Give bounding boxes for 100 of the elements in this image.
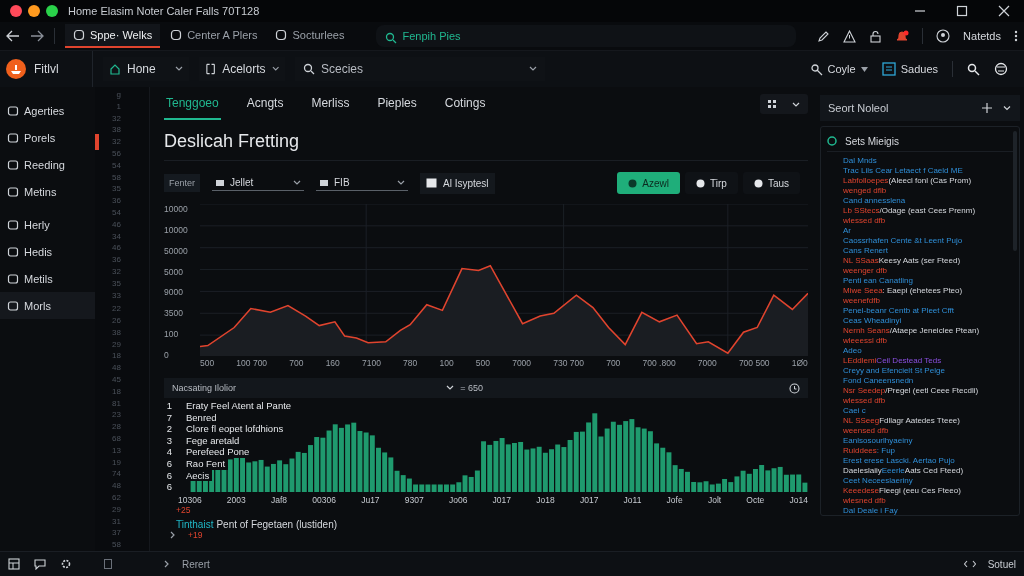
dot-icon: [628, 178, 638, 188]
browser-tab[interactable]: Center A Plers: [162, 24, 266, 48]
sidebar-item[interactable]: Hedis: [0, 238, 95, 265]
axis-label: 5000: [164, 266, 184, 277]
filter-button[interactable]: Al Isyptesl: [420, 172, 495, 194]
app-name: Fitlvl: [34, 62, 59, 76]
axis-label: Jaf8: [271, 495, 288, 505]
pencil-icon[interactable]: [817, 29, 831, 43]
browser-tab[interactable]: Socturlees: [267, 24, 353, 48]
line-number: 32: [112, 265, 121, 278]
note-line: NL SSaasKeesy Aats (ser Fteed): [843, 256, 962, 266]
dot-icon: [753, 178, 763, 188]
filter-select[interactable]: FIB: [316, 175, 408, 191]
browser-tab[interactable]: Sppe· Welks: [65, 24, 161, 48]
globe-icon[interactable]: [994, 62, 1008, 76]
zoom-light-icon[interactable]: [46, 5, 58, 17]
axis-label: J017: [579, 495, 599, 505]
layout-icon[interactable]: [8, 558, 20, 570]
line-number: 36: [112, 195, 121, 207]
sidebar-item[interactable]: Agerties: [0, 97, 95, 124]
address-field[interactable]: Fenpih Pies: [376, 25, 797, 47]
item-icon: [7, 272, 19, 285]
note-line: LEddlemiCeil Destead Teds: [843, 356, 943, 366]
sidebar-item[interactable]: Metins: [0, 178, 95, 205]
more-icon[interactable]: [1014, 30, 1018, 42]
close-icon[interactable]: [998, 5, 1010, 17]
minimize-light-icon[interactable]: [28, 5, 40, 17]
legend-index: 4: [165, 446, 172, 458]
note-line: wleeessl dfb: [843, 336, 889, 346]
search-icon[interactable]: [967, 62, 980, 76]
axis-label: Jo11: [623, 495, 642, 505]
tab[interactable]: Acngts: [244, 88, 286, 120]
action-button[interactable]: Taus: [742, 172, 800, 194]
filter-label: Fenter: [164, 174, 200, 192]
magnifier-icon: [809, 62, 823, 76]
close-light-icon[interactable]: [10, 5, 22, 17]
action-button[interactable]: Tirp: [685, 172, 738, 194]
sidebar-item[interactable]: Porels: [0, 124, 95, 151]
maximize-icon[interactable]: [956, 5, 968, 17]
status-text: Sotuel: [987, 558, 1016, 570]
axis-label: 700 .800: [642, 358, 676, 368]
item-icon: [7, 104, 19, 117]
axis-label: 3500: [164, 308, 184, 319]
line-number: 13: [112, 444, 121, 457]
chevron-down-icon: [397, 179, 405, 186]
note-line: weenefdfb: [843, 296, 881, 306]
line-number: 46: [112, 218, 121, 231]
back-arrow-icon[interactable]: [6, 30, 20, 42]
note-tag: Tinthaist: [176, 519, 214, 530]
window-title: Home Elasim Noter Caler Falls 70Т128: [68, 5, 260, 17]
item-icon: [7, 158, 19, 171]
legend-index: 3: [165, 434, 172, 447]
panel-icon: [881, 62, 896, 76]
line-number: 35: [112, 277, 121, 290]
legend-index: 1: [165, 400, 172, 412]
filter-select[interactable]: Jellet: [212, 175, 304, 191]
tab[interactable]: Pieples: [375, 88, 419, 120]
add-icon[interactable]: [982, 103, 992, 113]
note-line: Cans Renert: [843, 246, 889, 256]
sidebar-item[interactable]: Metils: [0, 265, 95, 292]
chat-icon[interactable]: [34, 558, 46, 570]
user-name[interactable]: Natetds: [963, 30, 1001, 42]
line-number: 81: [112, 397, 121, 410]
note-line: wlessed dfb: [843, 216, 887, 226]
warning-icon[interactable]: [843, 29, 857, 43]
axis-label: Octe: [746, 495, 765, 505]
sidebar-item[interactable]: Herly: [0, 211, 95, 238]
axis-label: 9307: [404, 495, 424, 505]
axis-label: 2003: [226, 495, 246, 505]
breadcrumb[interactable]: Rerert: [182, 558, 210, 570]
chevron-down-icon[interactable]: [446, 385, 455, 391]
line-number: 46: [112, 242, 121, 255]
forward-arrow-icon[interactable]: [30, 30, 44, 42]
bell-icon[interactable]: [895, 29, 910, 43]
note-line: weensed dfb: [843, 426, 890, 436]
tab[interactable]: Merliss: [309, 88, 352, 120]
axis-label: 7000: [697, 358, 717, 368]
filter-dropdown[interactable]: Coyle: [809, 62, 868, 76]
chevron-down-icon[interactable]: [529, 66, 537, 72]
note-line: Cand annesslena: [843, 196, 907, 206]
chevron-down-icon[interactable]: [1002, 103, 1012, 113]
file-icon[interactable]: [104, 559, 112, 569]
line-number: 1: [116, 100, 121, 113]
user-avatar-icon[interactable]: [936, 29, 951, 43]
line-number: 58: [112, 539, 121, 551]
clock-icon[interactable]: [789, 382, 800, 394]
settings-button[interactable]: Sadues: [881, 62, 938, 76]
tab[interactable]: Cotings: [442, 88, 488, 120]
note-line: Ceas Wheadinyi: [843, 316, 903, 326]
sidebar-item[interactable]: Reeding: [0, 151, 95, 178]
axis-label: 500: [200, 358, 215, 368]
lock-icon[interactable]: [869, 29, 883, 43]
line-number: 62: [112, 492, 121, 504]
chevron-right-icon[interactable]: [170, 531, 176, 539]
line-number: 19: [112, 456, 121, 469]
tab[interactable]: Tenggoeo: [164, 88, 221, 120]
action-button[interactable]: Azewl: [617, 172, 680, 194]
legend-index: 7: [165, 411, 172, 424]
note-line: Nsr Seedep/Pregel (eetl Ceee Ftecdli): [843, 386, 980, 396]
sidebar-item[interactable]: Morls: [0, 292, 95, 319]
